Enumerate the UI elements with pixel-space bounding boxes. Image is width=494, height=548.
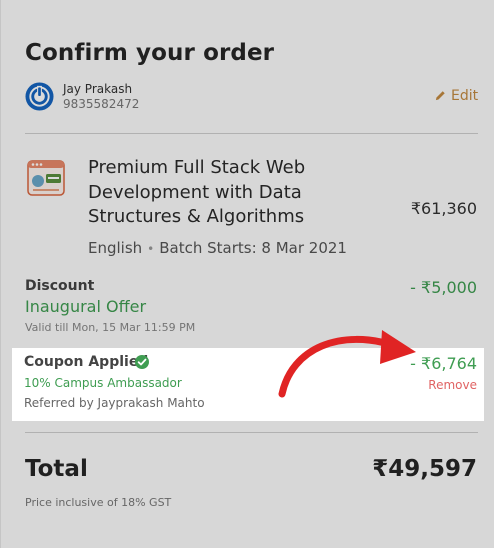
coupon-referrer: Referred by Jayprakash Mahto: [24, 396, 205, 410]
course-price: ₹61,360: [410, 199, 477, 218]
curved-arrow-icon: [278, 330, 416, 398]
course-thumbnail-icon: [27, 160, 65, 196]
course-language: English: [88, 239, 143, 257]
discount-label: Discount: [25, 278, 95, 294]
discount-amount: - ₹5,000: [410, 278, 477, 297]
order-page: Confirm your order Jay Prakash 983558247…: [0, 0, 494, 548]
coupon-label: Coupon Applied: [24, 354, 149, 370]
batch-start: Batch Starts: 8 Mar 2021: [159, 239, 347, 257]
edit-label: Edit: [451, 88, 479, 104]
divider: [25, 432, 478, 433]
discount-validity: Valid till Mon, 15 Mar 11:59 PM: [25, 321, 196, 334]
user-name: Jay Prakash: [63, 82, 133, 96]
pencil-icon: [435, 91, 445, 101]
course-meta: English • Batch Starts: 8 Mar 2021: [88, 239, 347, 257]
check-circle-icon: [135, 355, 149, 369]
power-icon: [25, 82, 54, 111]
edit-button[interactable]: Edit: [435, 88, 478, 104]
course-title: Premium Full Stack Web Development with …: [88, 157, 306, 227]
meta-separator: •: [147, 242, 155, 256]
discount-name: Inaugural Offer: [25, 297, 147, 316]
user-phone: 9835582472: [63, 97, 140, 111]
remove-coupon-button[interactable]: Remove: [428, 378, 477, 392]
total-amount: ₹49,597: [372, 456, 477, 482]
gst-note: Price inclusive of 18% GST: [25, 496, 172, 509]
divider: [25, 133, 478, 134]
total-label: Total: [25, 456, 88, 482]
coupon-name: 10% Campus Ambassador: [24, 376, 182, 390]
page-title: Confirm your order: [25, 40, 275, 66]
